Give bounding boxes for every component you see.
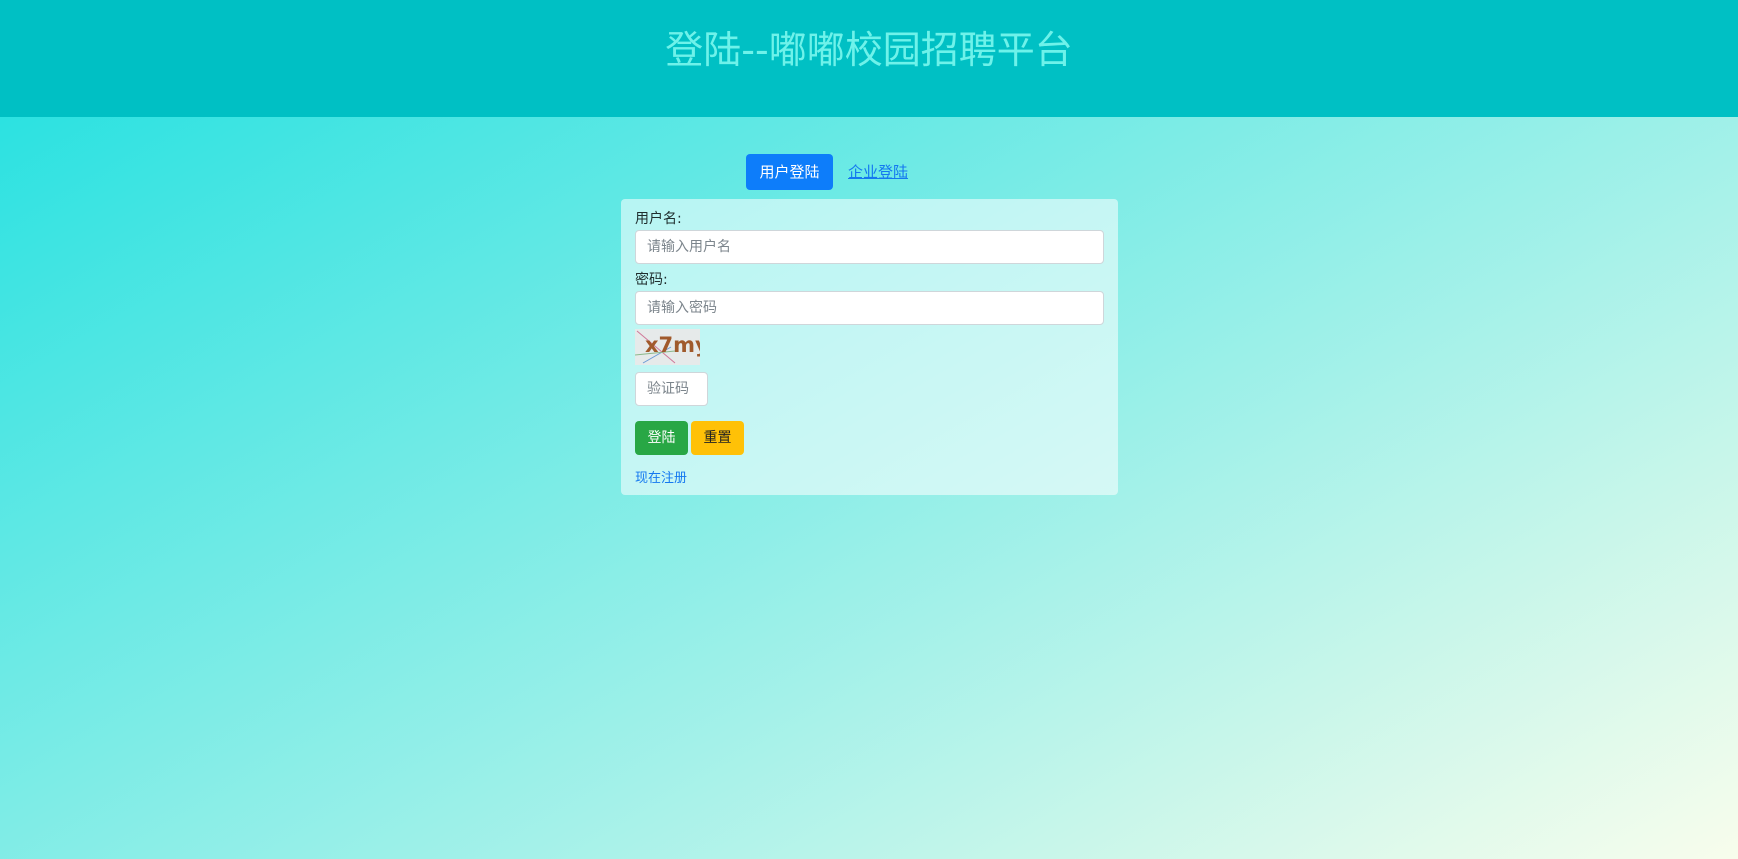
- captcha-graphic: x7my: [635, 329, 700, 365]
- reset-button[interactable]: 重置: [691, 421, 744, 455]
- username-label: 用户名:: [635, 211, 682, 227]
- login-form: 用户名: 密码: x7my 登陆 重置 现在注册: [621, 199, 1118, 495]
- username-input[interactable]: [635, 230, 1104, 264]
- tab-company-login[interactable]: 企业登陆: [848, 154, 908, 190]
- captcha-text: x7my: [645, 333, 700, 357]
- captcha-input[interactable]: [635, 372, 708, 406]
- login-button[interactable]: 登陆: [635, 421, 688, 455]
- captcha-image[interactable]: x7my: [635, 329, 700, 365]
- page-title: 登陆--嘟嘟校园招聘平台: [665, 28, 1073, 72]
- page-header: 登陆--嘟嘟校园招聘平台: [0, 0, 1738, 117]
- register-link[interactable]: 现在注册: [635, 467, 687, 486]
- tab-user-login[interactable]: 用户登陆: [746, 154, 833, 190]
- password-label: 密码:: [635, 272, 668, 288]
- password-input[interactable]: [635, 291, 1104, 325]
